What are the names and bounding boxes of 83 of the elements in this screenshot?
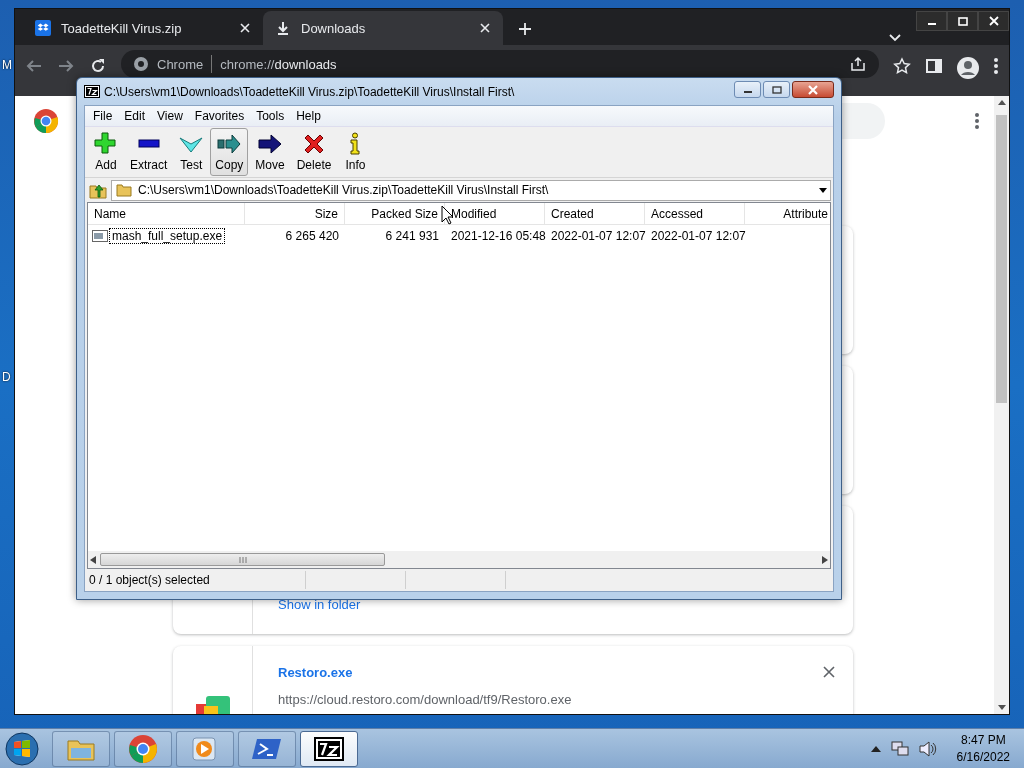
maximize-icon[interactable] [771,85,782,94]
file-icon [92,230,108,242]
share-icon[interactable] [849,55,867,73]
menu-item[interactable]: Edit [118,107,152,125]
clock-date[interactable]: 6/16/2022 [956,750,1010,764]
column-header[interactable]: Created [545,203,645,224]
menu-item[interactable]: Tools [250,107,291,125]
file-name-cell[interactable]: mash_full_setup.exe [110,229,225,243]
close-icon[interactable] [823,666,835,678]
address-bar[interactable]: Chrome chrome://downloads [121,50,879,78]
window-title: C:\Users\vm1\Downloads\ToadetteKill Virus.zip\ToadetteKill Virus\Install First\ [104,84,516,99]
toolbar-button[interactable]: Extract [125,128,173,176]
toolbar-button[interactable]: Delete [291,128,337,176]
path-field[interactable]: C:\Users\vm1\Downloads\ToadetteKill Virus.zip\ToadetteKill Virus\Install First\ [111,179,831,201]
scroll-down-icon[interactable] [997,705,1006,710]
horizontal-scrollbar[interactable] [88,551,830,568]
arrow-icon [217,132,242,156]
menu-item[interactable]: File [87,107,119,125]
menu-icon[interactable] [974,112,980,130]
table-cell-text: 2021-12-16 05:48 [450,228,545,245]
start-orb-icon[interactable] [4,730,40,767]
status-text: 0 / 1 object(s) selected [88,573,211,587]
folder-icon [116,182,132,198]
table-cell-text: 6 241 931 [384,228,440,245]
desktop-icon-label[interactable]: M [2,58,12,72]
profile-icon[interactable] [957,57,979,79]
tray-expand-icon[interactable] [870,745,881,752]
toolbar-button[interactable]: Add [89,128,123,176]
file-list[interactable]: Name Size Packed Size Modified Created Accessed Attribute mash_full_setup.exe 6 265 420 6 241 931 2021-12-16 05:48 2022-01-07 12:07 2022-01-07 12:07 [87,202,831,569]
browser-tab[interactable]: Downloads [263,11,503,45]
volume-icon[interactable] [918,740,937,757]
new-tab-icon[interactable] [517,21,533,37]
menu-item[interactable]: View [151,107,189,125]
download-url: https://cloud.restoro.com/download/tf9/Restoro.exe [278,692,572,707]
plus-icon [94,132,118,156]
scroll-up-icon[interactable] [997,100,1006,105]
scrollbar-thumb[interactable] [996,115,1007,403]
arrow-icon [258,132,283,156]
menu-item[interactable]: Favorites [188,107,251,125]
app-logo-icon [84,85,100,98]
minimize-button[interactable] [916,11,947,31]
toolbar-button[interactable]: Copy [210,128,249,176]
minimize-button[interactable] [734,81,761,98]
column-header[interactable]: Attribute [745,203,830,224]
file-name-link[interactable]: Restoro.exe [278,665,353,680]
reload-icon[interactable] [89,57,107,75]
cursor-icon [441,205,454,225]
url-text: chrome://downloads [220,56,337,72]
browser-logo-icon [127,732,159,765]
close-button[interactable] [792,81,834,98]
close-button[interactable] [978,11,1009,31]
caret-icon[interactable] [888,33,902,43]
column-header[interactable]: Name [88,203,245,224]
maximize-button[interactable] [763,81,790,98]
site-chip-label: Chrome [157,56,204,72]
browser-logo-icon [33,108,59,134]
maximize-button[interactable] [947,11,978,31]
column-header[interactable]: Accessed [645,203,745,224]
menu-item[interactable]: Help [290,107,327,125]
browser-logo-icon [133,56,149,72]
browser-tab[interactable]: ToadetteKill Virus.zip [23,11,263,45]
search-field[interactable] [841,103,885,139]
clock-time[interactable]: 8:47 PM [960,733,1006,747]
star-icon[interactable] [893,57,911,75]
show-in-folder-link[interactable]: Show in folder [278,597,361,612]
side-panel-icon[interactable] [925,57,943,75]
scroll-right-icon[interactable] [822,555,828,564]
download-icon [275,20,291,36]
toolbar-button[interactable]: Test [174,128,209,176]
taskbar-button[interactable] [300,730,358,767]
scrollbar[interactable] [994,96,1009,714]
table-cell-text: 6 265 420 [284,228,340,245]
toolbar-button[interactable]: Move [250,128,290,176]
toolbar-button[interactable]: Info [338,128,373,176]
menu-icon[interactable] [993,57,999,75]
desktop-icon-label[interactable]: D [2,370,11,384]
table-cell-text: 2022-01-07 12:07 [650,228,745,245]
table-cell-text: 2022-01-07 12:07 [550,228,645,245]
network-icon[interactable] [890,740,909,757]
scrollbar-thumb[interactable] [100,553,385,566]
column-header[interactable]: Size [245,203,345,224]
scroll-left-icon[interactable] [90,555,96,564]
box-logo-icon [35,20,51,36]
